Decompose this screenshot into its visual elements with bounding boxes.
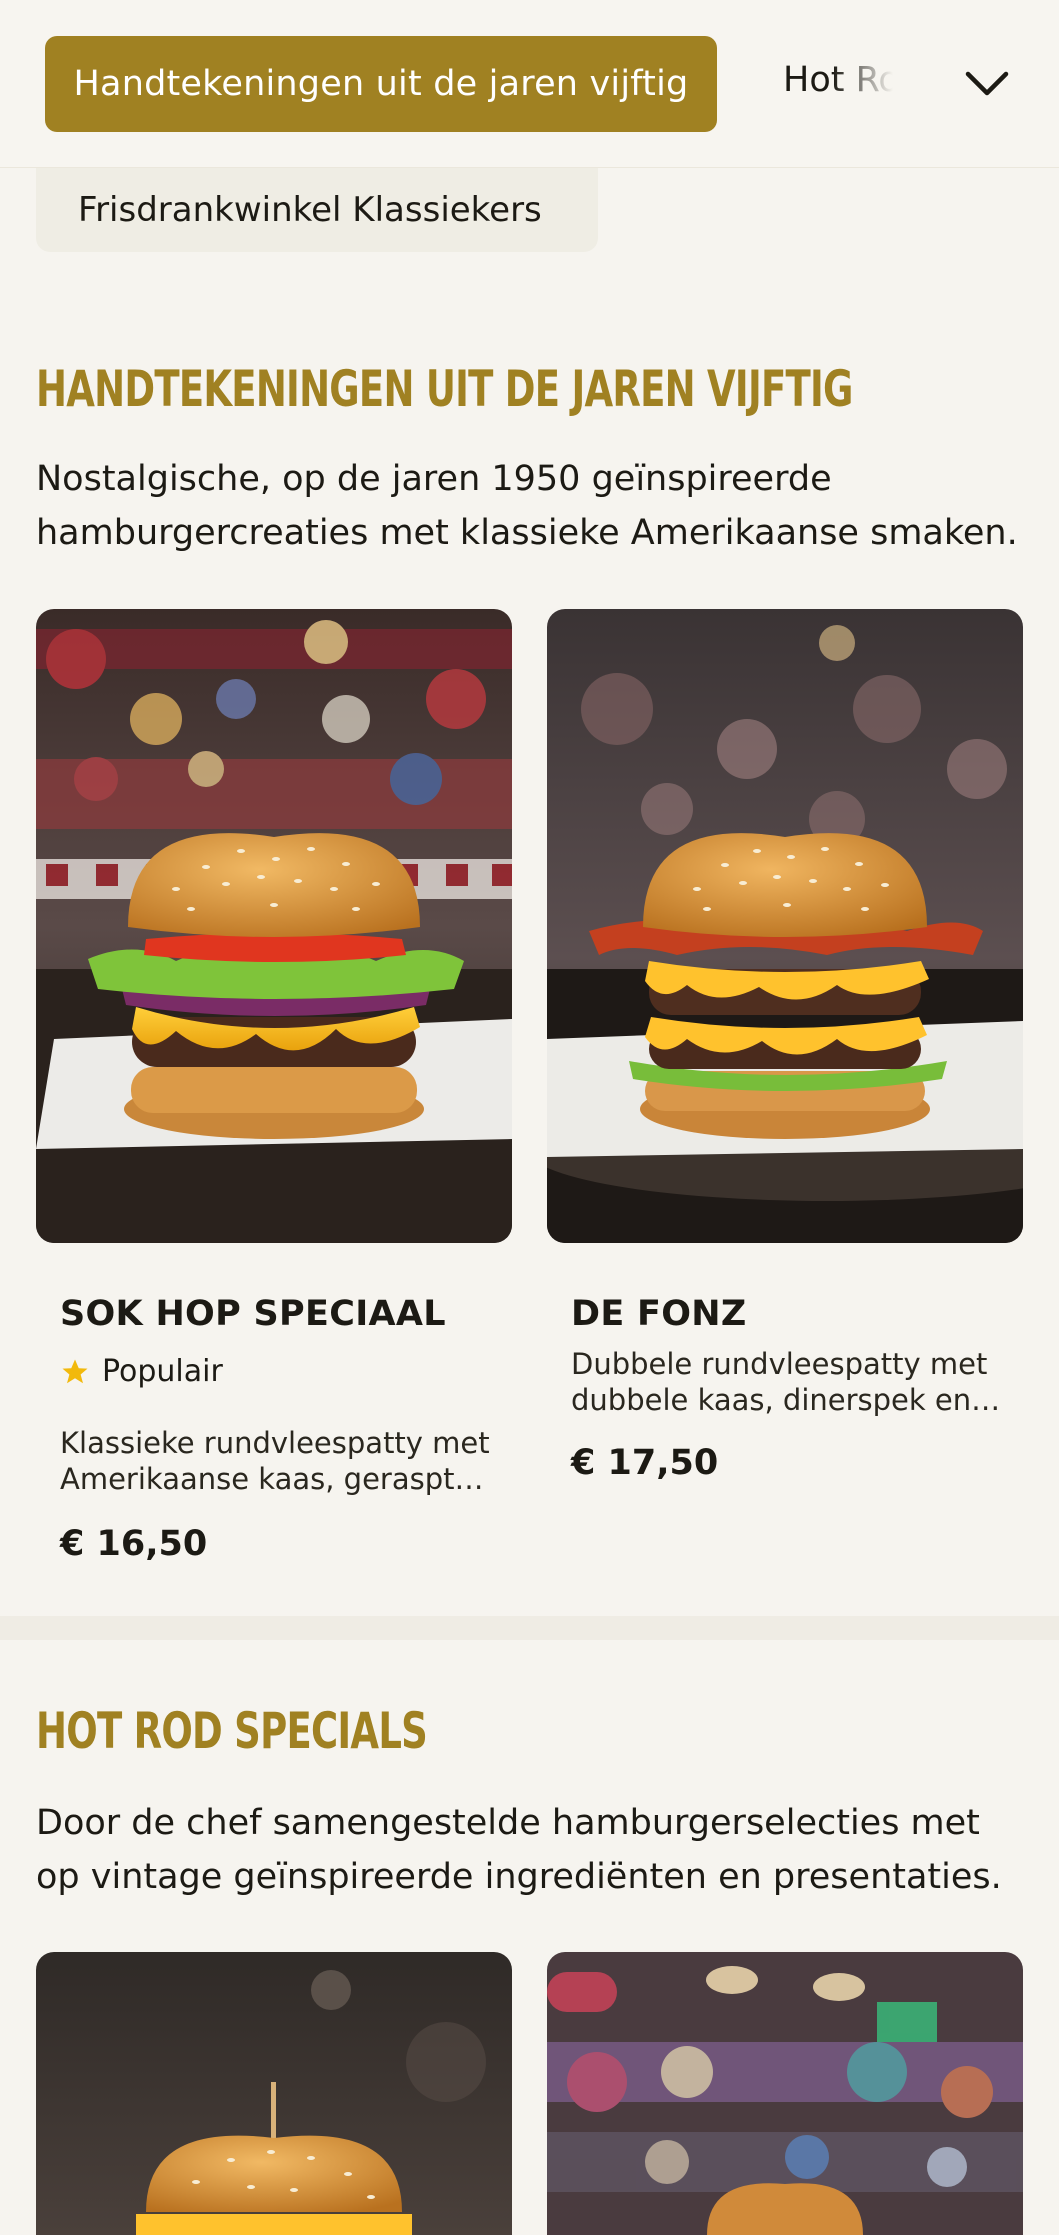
popular-badge: Populair [60,1354,223,1389]
star-icon [62,1359,88,1383]
category-tab-overflow[interactable]: Frisdrankwinkel Klassiekers [36,168,598,252]
menu-item-image[interactable] [547,1952,1023,2235]
menu-item-image[interactable] [36,609,512,1243]
menu-item-image[interactable] [547,609,1023,1243]
menu-item-price: € 16,50 [60,1524,208,1564]
badge-label: Populair [102,1354,223,1389]
menu-item-image[interactable] [36,1952,512,2235]
menu-item-price: € 17,50 [571,1443,719,1483]
category-nav: Handtekeningen uit de jaren vijftig Hot … [0,0,1059,168]
menu-item-name: SOK HOP SPECIAAL [60,1294,446,1334]
section-description: Door de chef samengestelde hamburgersele… [36,1803,1002,1897]
section-divider [0,1616,1059,1640]
category-tab-next[interactable]: Hot Rod Specials [783,60,893,108]
menu-item-description: Klassieke rundvleespatty met Amerikaanse… [60,1426,490,1496]
menu-item-name: DE FONZ [571,1294,747,1334]
section-title: Hot Rod Specials [36,1702,428,1760]
menu-page: Handtekeningen uit de jaren vijftig Hot … [0,0,1059,2235]
menu-item-description: Dubbele rundvleespatty met dubbele kaas,… [571,1347,988,1417]
section-title: Handtekeningen uit de jaren vijftig [36,360,853,418]
category-tab-active[interactable]: Handtekeningen uit de jaren vijftig [45,36,717,132]
chevron-down-icon[interactable] [963,62,1011,106]
section-description: Nostalgische, op de jaren 1950 geïnspire… [36,459,1018,553]
